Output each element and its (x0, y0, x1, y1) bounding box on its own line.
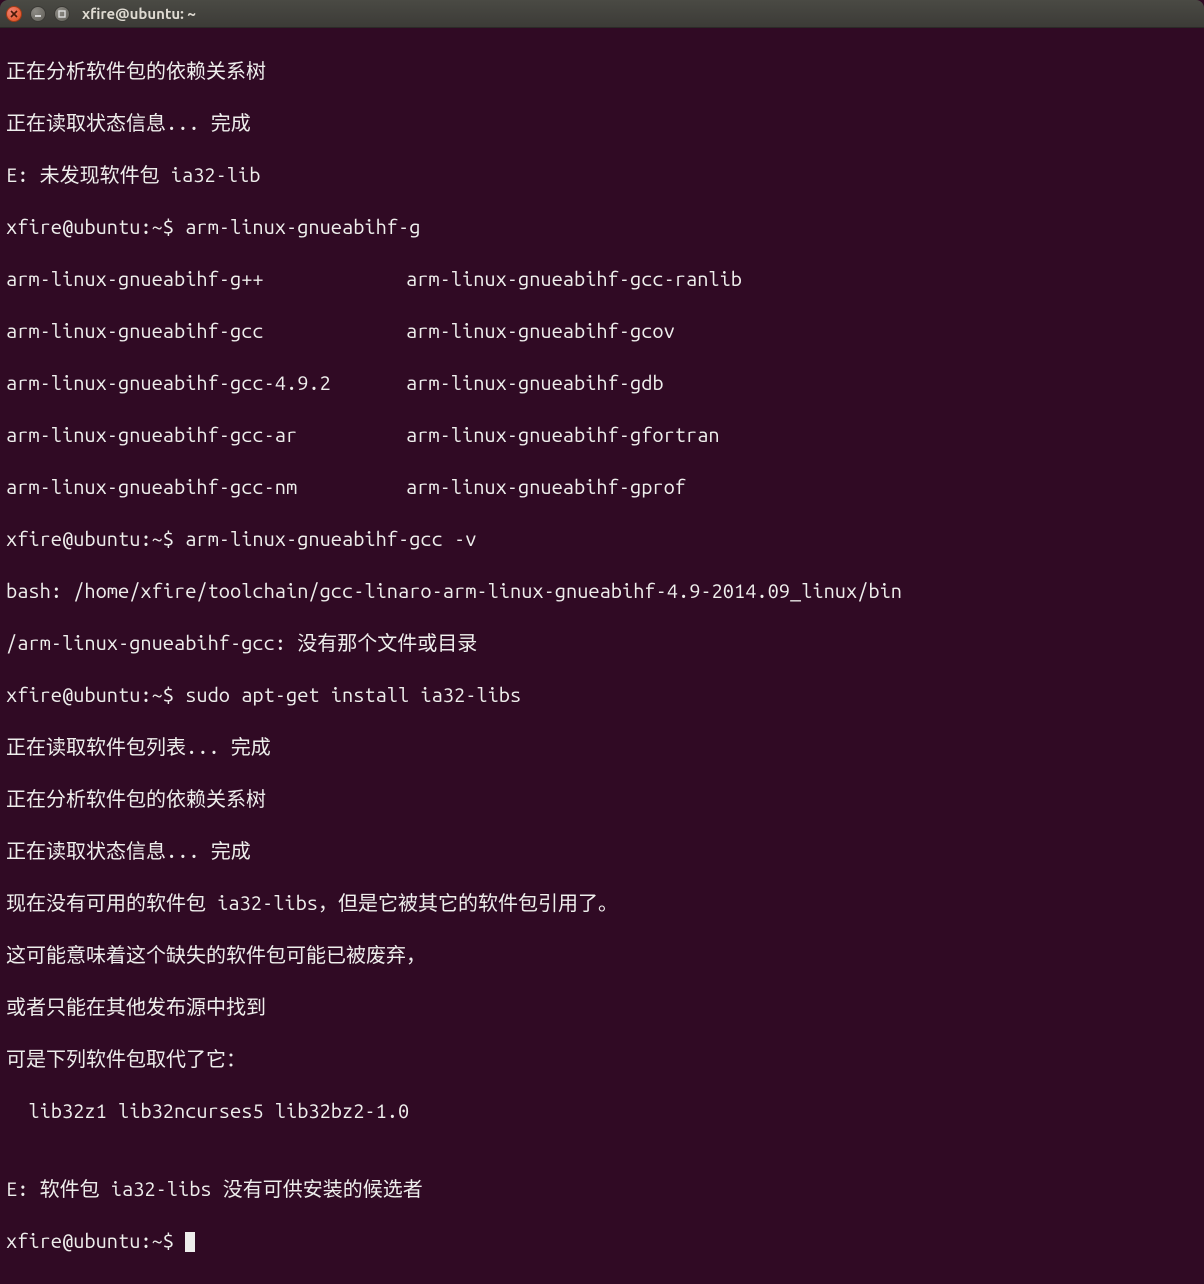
maximize-button[interactable] (54, 6, 70, 22)
close-button[interactable] (6, 6, 22, 22)
completion-item: arm-linux-gnueabihf-gdb (406, 370, 664, 396)
completion-row: arm-linux-gnueabihf-gcc-4.9.2arm-linux-g… (6, 370, 1198, 396)
completion-item: arm-linux-gnueabihf-g++ (6, 266, 406, 292)
completion-row: arm-linux-gnueabihf-gccarm-linux-gnueabi… (6, 318, 1198, 344)
prompt: xfire@ubuntu:~$ (6, 1229, 185, 1252)
completion-item: arm-linux-gnueabihf-gcc-ar (6, 422, 406, 448)
output-line: 正在分析软件包的依赖关系树 (6, 58, 1198, 84)
window-controls (6, 6, 70, 22)
output-line: lib32z1 lib32ncurses5 lib32bz2-1.0 (6, 1098, 1198, 1124)
output-line: 这可能意味着这个缺失的软件包可能已被废弃， (6, 942, 1198, 968)
output-line: 正在分析软件包的依赖关系树 (6, 786, 1198, 812)
output-line: E: 软件包 ia32-libs 没有可供安装的候选者 (6, 1176, 1198, 1202)
completion-item: arm-linux-gnueabihf-gprof (406, 474, 686, 500)
completion-item: arm-linux-gnueabihf-gcc-ranlib (406, 266, 742, 292)
maximize-icon (58, 10, 66, 18)
prompt-line: xfire@ubuntu:~$ sudo apt-get install ia3… (6, 682, 1198, 708)
completion-item: arm-linux-gnueabihf-gcc-4.9.2 (6, 370, 406, 396)
output-line: /arm-linux-gnueabihf-gcc: 没有那个文件或目录 (6, 630, 1198, 656)
completion-item: arm-linux-gnueabihf-gcov (406, 318, 675, 344)
completion-item: arm-linux-gnueabihf-gcc (6, 318, 406, 344)
completion-row: arm-linux-gnueabihf-gcc-nmarm-linux-gnue… (6, 474, 1198, 500)
command-text: arm-linux-gnueabihf-g (185, 215, 420, 238)
output-line: 正在读取软件包列表... 完成 (6, 734, 1198, 760)
prompt: xfire@ubuntu:~$ (6, 215, 185, 238)
minimize-icon (34, 10, 42, 18)
output-line: 可是下列软件包取代了它： (6, 1046, 1198, 1072)
output-line: 正在读取状态信息... 完成 (6, 838, 1198, 864)
minimize-button[interactable] (30, 6, 46, 22)
window-title: xfire@ubuntu: ~ (82, 4, 196, 24)
command-text: arm-linux-gnueabihf-gcc -v (185, 527, 476, 550)
command-text: sudo apt-get install ia32-libs (185, 683, 521, 706)
terminal-area[interactable]: 正在分析软件包的依赖关系树 正在读取状态信息... 完成 E: 未发现软件包 i… (0, 28, 1204, 1284)
cursor (185, 1232, 195, 1252)
completion-row: arm-linux-gnueabihf-g++arm-linux-gnueabi… (6, 266, 1198, 292)
prompt-line: xfire@ubuntu:~$ arm-linux-gnueabihf-g (6, 214, 1198, 240)
completion-row: arm-linux-gnueabihf-gcc-ararm-linux-gnue… (6, 422, 1198, 448)
prompt: xfire@ubuntu:~$ (6, 683, 185, 706)
output-line: 现在没有可用的软件包 ia32-libs，但是它被其它的软件包引用了。 (6, 890, 1198, 916)
output-line: 或者只能在其他发布源中找到 (6, 994, 1198, 1020)
close-icon (10, 10, 18, 18)
output-line: E: 未发现软件包 ia32-lib (6, 162, 1198, 188)
completion-item: arm-linux-gnueabihf-gfortran (406, 422, 720, 448)
completion-item: arm-linux-gnueabihf-gcc-nm (6, 474, 406, 500)
prompt: xfire@ubuntu:~$ (6, 527, 185, 550)
output-line: 正在读取状态信息... 完成 (6, 110, 1198, 136)
titlebar: xfire@ubuntu: ~ (0, 0, 1204, 28)
prompt-line: xfire@ubuntu:~$ arm-linux-gnueabihf-gcc … (6, 526, 1198, 552)
output-line: bash: /home/xfire/toolchain/gcc-linaro-a… (6, 578, 1198, 604)
prompt-line: xfire@ubuntu:~$ (6, 1228, 1198, 1254)
